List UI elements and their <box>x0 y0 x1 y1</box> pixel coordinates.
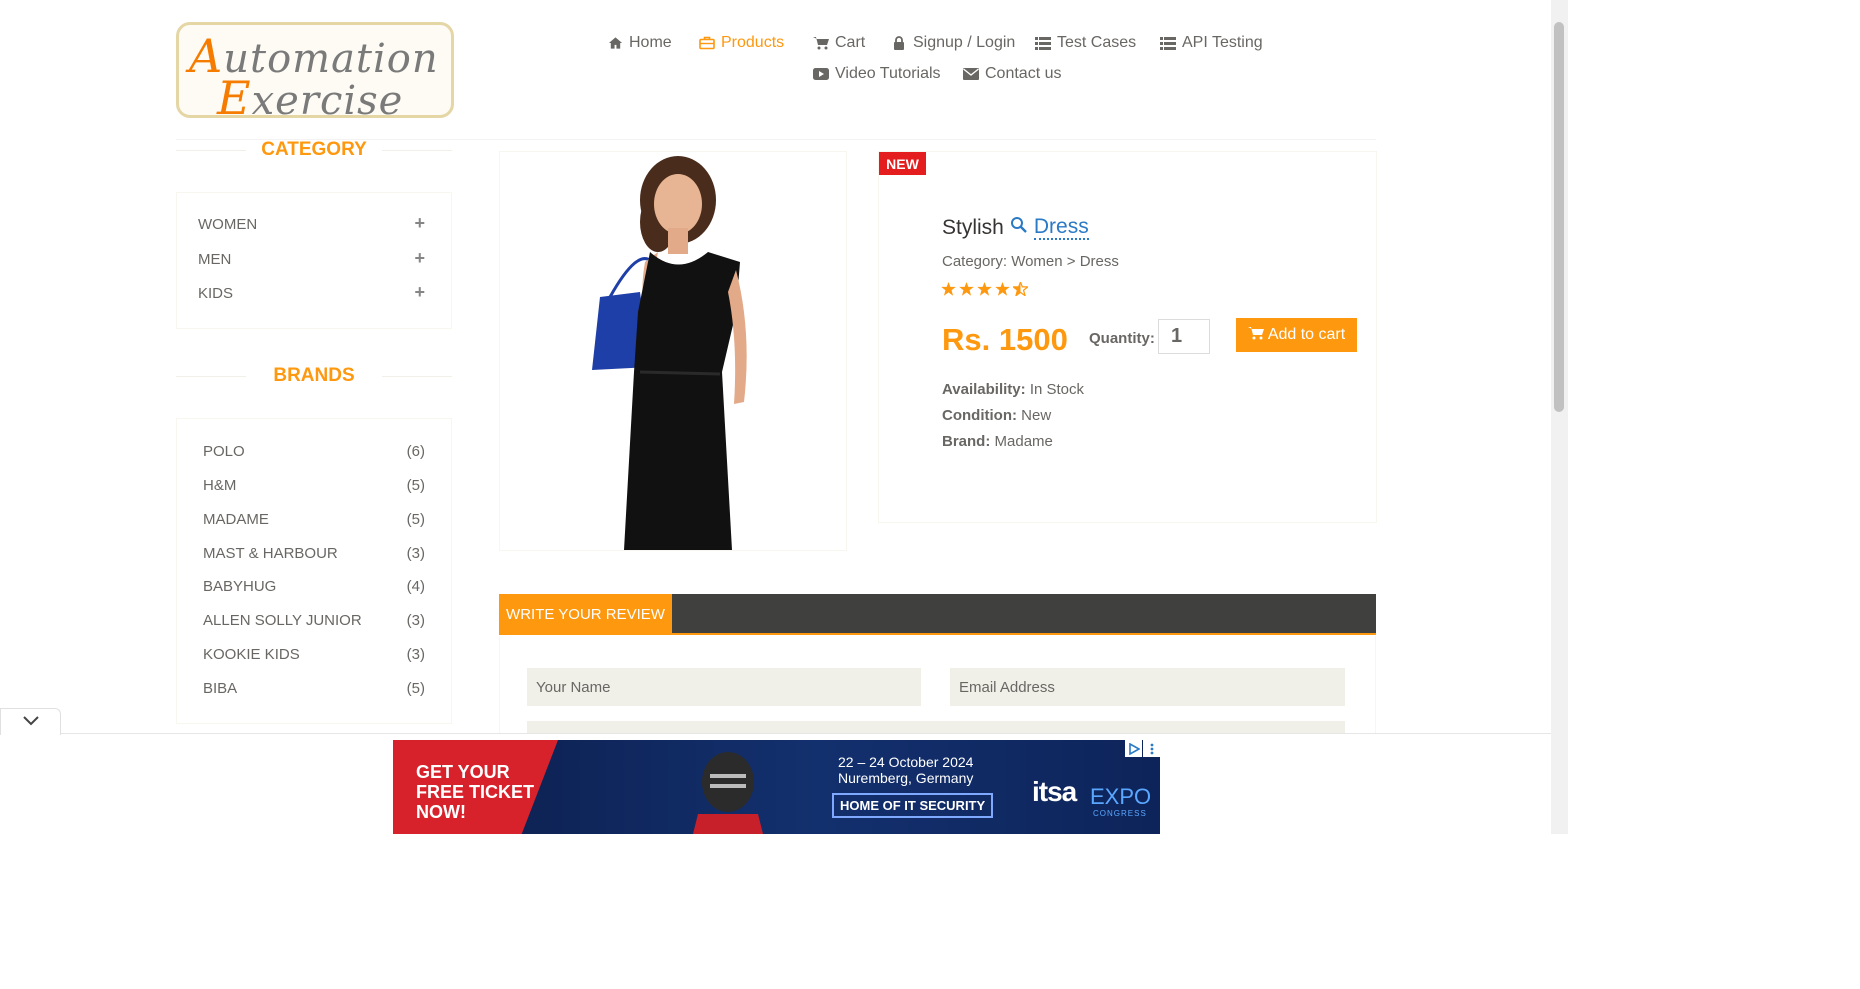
ad-collapse-button[interactable] <box>0 708 61 735</box>
ad-ticket-text: GET YOUR FREE TICKET NOW! <box>416 762 535 822</box>
brand-item-hm[interactable]: H&M (5) <box>203 477 425 494</box>
category-item-women[interactable]: WOMEN + <box>198 213 425 233</box>
envelope-icon <box>963 66 979 82</box>
brands-title: BRANDS <box>176 365 452 387</box>
search-icon <box>1010 216 1028 240</box>
tab-write-review[interactable]: WRITE YOUR REVIEW <box>499 594 672 635</box>
product-name: Stylish Dress <box>942 215 1089 240</box>
plus-icon: + <box>414 282 425 302</box>
product-name-link[interactable]: Dress <box>1033 216 1089 240</box>
product-image <box>499 151 847 551</box>
star-icon <box>941 282 956 296</box>
brand-item-polo[interactable]: POLO (6) <box>203 443 425 460</box>
cart-icon <box>1247 326 1264 345</box>
category-title: CATEGORY <box>176 139 452 161</box>
nav-test-cases[interactable]: Test Cases <box>1035 34 1136 52</box>
ad-logo: itsa <box>1032 776 1077 807</box>
product-category: Category: Women > Dress <box>942 253 1119 270</box>
ad-banner[interactable]: GET YOUR FREE TICKET NOW! 22 – 24 Octobe… <box>393 740 1160 834</box>
cart-icon <box>813 35 829 51</box>
category-item-men[interactable]: MEN + <box>198 248 425 268</box>
ad-cta-button[interactable]: HOME OF IT SECURITY <box>832 793 994 818</box>
condition-row: Condition: New <box>942 407 1052 424</box>
site-logo[interactable]: Automation Exercise <box>176 22 454 125</box>
brand-item-mast-harbour[interactable]: MAST & HARBOUR (3) <box>203 545 425 562</box>
ad-logo-expo: EXPO <box>1090 784 1152 809</box>
plus-icon: + <box>414 213 425 233</box>
product-price: Rs. 1500 <box>942 322 1068 357</box>
star-icon <box>995 282 1010 296</box>
add-to-cart-button[interactable]: Add to cart <box>1236 318 1357 352</box>
youtube-icon <box>813 66 829 82</box>
nav-cart[interactable]: Cart <box>813 34 865 52</box>
nav-api-testing[interactable]: API Testing <box>1160 34 1263 52</box>
lock-icon <box>891 35 907 51</box>
review-name-input[interactable] <box>527 668 921 706</box>
quantity-label: Quantity: <box>1089 330 1155 347</box>
availability-row: Availability: In Stock <box>942 381 1085 398</box>
quantity-input[interactable] <box>1158 319 1210 354</box>
product-rating <box>941 282 1028 296</box>
brand-item-madame[interactable]: MADAME (5) <box>203 511 425 528</box>
ad-athlete-image <box>693 752 763 834</box>
star-half-icon <box>1013 282 1028 296</box>
brand-item-biba[interactable]: BIBA (5) <box>203 680 425 697</box>
chevron-down-icon <box>22 713 39 731</box>
list-icon <box>1160 35 1176 51</box>
brand-item-allen-solly-junior[interactable]: ALLEN SOLLY JUNIOR (3) <box>203 612 425 629</box>
ad-menu-icon[interactable] <box>1143 740 1160 757</box>
category-panel: WOMEN + MEN + KIDS + <box>176 192 452 329</box>
plus-icon: + <box>414 248 425 268</box>
briefcase-icon <box>699 35 715 51</box>
ad-date-text: 22 – 24 October 2024 Nuremberg, Germany <box>838 754 974 786</box>
brand-item-kookie-kids[interactable]: KOOKIE KIDS (3) <box>203 646 425 663</box>
ad-logo-congress: CONGRESS <box>1093 809 1147 818</box>
adchoices-icon[interactable] <box>1125 740 1142 757</box>
nav-video-tutorials[interactable]: Video Tutorials <box>813 65 941 83</box>
scrollbar-thumb[interactable] <box>1554 22 1564 412</box>
new-badge: NEW <box>879 152 926 175</box>
review-email-input[interactable] <box>950 668 1345 706</box>
nav-signup-login[interactable]: Signup / Login <box>891 34 1015 52</box>
nav-home[interactable]: Home <box>607 34 672 52</box>
nav-products[interactable]: Products <box>699 34 784 52</box>
list-icon <box>1035 35 1051 51</box>
nav-contact-us[interactable]: Contact us <box>963 65 1061 83</box>
brands-panel: POLO (6) H&M (5) MADAME (5) MAST & HARBOUR(… <box>176 418 452 724</box>
home-icon <box>607 35 623 51</box>
category-item-kids[interactable]: KIDS + <box>198 282 425 302</box>
brand-item-babyhug[interactable]: BABYHUG (4) <box>203 578 425 595</box>
brand-row: Brand: Madame <box>942 433 1053 450</box>
star-icon <box>977 282 992 296</box>
star-icon <box>959 282 974 296</box>
logo-line2: xercise <box>251 78 404 124</box>
